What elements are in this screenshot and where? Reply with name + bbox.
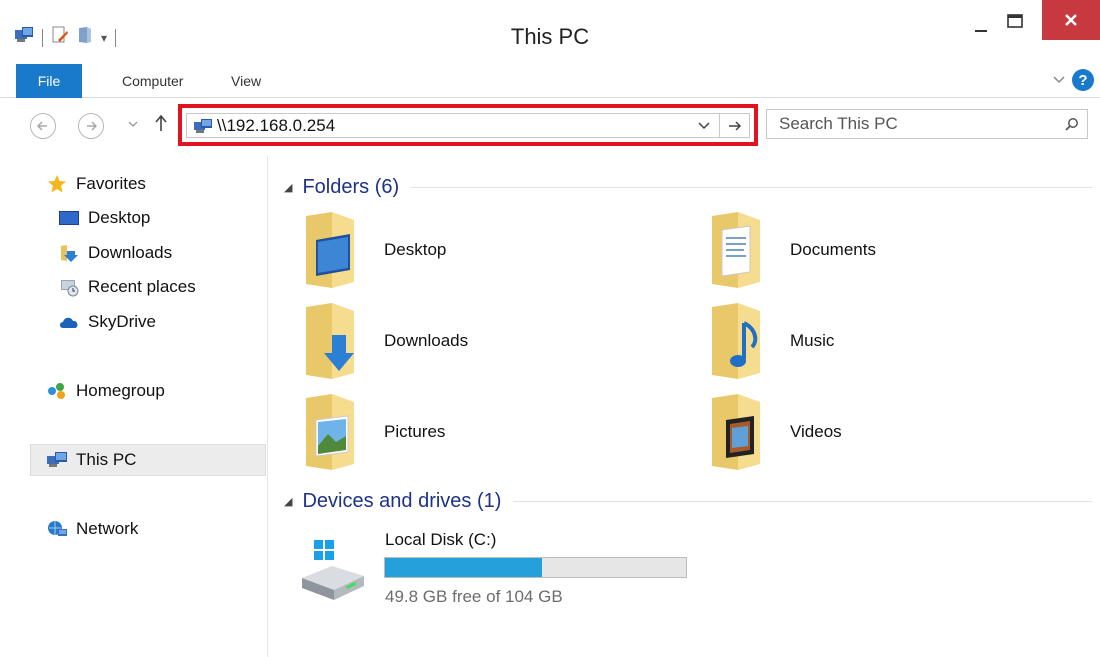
chevron-down-icon — [698, 122, 710, 130]
folder-pictures[interactable]: Pictures — [268, 392, 648, 472]
group-header-label: Devices and drives (1) — [302, 490, 502, 512]
folder-desktop[interactable]: Desktop — [268, 210, 648, 290]
music-folder-icon — [708, 301, 768, 381]
folder-label: Videos — [790, 422, 842, 441]
divider — [513, 501, 1092, 502]
maximize-button[interactable] — [998, 0, 1032, 42]
sidebar-item-label: Desktop — [88, 208, 151, 227]
close-icon — [1065, 14, 1077, 26]
folders-group-header[interactable]: ◢ Folders (6) — [284, 176, 1092, 199]
drive-local-disk-c[interactable]: Local Disk (C:) 49.8 GB free of 104 GB — [298, 526, 718, 616]
hard-drive-icon — [298, 540, 368, 609]
back-button[interactable] — [30, 113, 56, 139]
collapse-triangle-icon[interactable]: ◢ — [284, 495, 292, 508]
videos-folder-icon — [708, 392, 768, 472]
tab-file[interactable]: File — [16, 64, 82, 98]
minimize-button[interactable] — [964, 6, 998, 48]
tab-view[interactable]: View — [231, 73, 261, 89]
folder-label: Downloads — [384, 331, 469, 350]
desktop-folder-icon — [302, 210, 362, 290]
forward-button[interactable] — [78, 113, 104, 139]
downloads-icon — [58, 242, 80, 264]
sidebar-item-homegroup[interactable]: Homegroup — [46, 376, 165, 406]
search-input[interactable]: Search This PC — [779, 114, 1057, 134]
go-arrow-icon — [728, 120, 741, 131]
folder-downloads[interactable]: Downloads — [268, 301, 648, 381]
address-value[interactable]: \\192.168.0.254 — [217, 116, 335, 136]
content-pane: ◢ Folders (6) Desktop Documents Download… — [268, 156, 1100, 657]
address-dropdown-button[interactable] — [689, 118, 719, 133]
navigation-pane: Favorites Desktop Downloads Recent place… — [0, 156, 268, 657]
sidebar-item-downloads[interactable]: Downloads — [58, 238, 172, 268]
desktop-icon — [58, 207, 80, 229]
divider — [411, 187, 1092, 188]
tab-computer[interactable]: Computer — [122, 73, 183, 89]
drive-usage-fill — [385, 558, 542, 577]
sidebar-item-label: This PC — [76, 450, 137, 469]
window-title: This PC — [510, 24, 590, 49]
star-icon — [46, 173, 68, 195]
folder-music[interactable]: Music — [674, 301, 1054, 381]
folder-label: Documents — [790, 240, 876, 259]
address-controls — [689, 114, 749, 137]
folder-label: Desktop — [384, 240, 447, 259]
title-bar: ▾ This PC — [0, 0, 1100, 64]
recent-locations-button[interactable] — [128, 117, 138, 131]
sidebar-item-desktop[interactable]: Desktop — [58, 203, 150, 233]
network-icon — [46, 518, 68, 540]
documents-folder-icon — [708, 210, 768, 290]
up-arrow-icon — [155, 114, 167, 131]
sidebar-item-label: Network — [76, 519, 139, 538]
back-arrow-icon — [37, 121, 47, 131]
homegroup-icon — [46, 380, 68, 402]
sidebar-item-recent-places[interactable]: Recent places — [58, 272, 196, 302]
close-button[interactable] — [1042, 0, 1100, 40]
sidebar-item-this-pc[interactable]: This PC — [46, 445, 136, 475]
go-button[interactable] — [719, 114, 749, 137]
ribbon-tab-bar: File Computer View ? — [0, 64, 1100, 98]
collapse-triangle-icon[interactable]: ◢ — [284, 181, 292, 194]
skydrive-icon — [58, 311, 80, 333]
sidebar-item-label: SkyDrive — [88, 312, 157, 331]
folder-label: Music — [790, 331, 835, 350]
drive-label: Local Disk (C:) — [385, 530, 497, 549]
sidebar-item-skydrive[interactable]: SkyDrive — [58, 307, 156, 337]
pictures-folder-icon — [302, 392, 362, 472]
folder-label: Pictures — [384, 422, 446, 441]
expand-ribbon-icon[interactable] — [1052, 72, 1066, 88]
this-pc-icon — [46, 449, 68, 471]
folder-videos[interactable]: Videos — [674, 392, 1054, 472]
sidebar-item-network[interactable]: Network — [46, 514, 138, 544]
up-button[interactable] — [154, 114, 168, 137]
drive-usage-bar — [384, 557, 687, 578]
address-bar-highlight: \\192.168.0.254 — [178, 104, 758, 146]
address-bar[interactable]: \\192.168.0.254 — [186, 113, 750, 138]
search-box[interactable]: Search This PC — [766, 109, 1088, 139]
sidebar-item-label: Recent places — [88, 277, 196, 296]
forward-arrow-icon — [87, 121, 97, 131]
window-controls — [964, 0, 1100, 48]
this-pc-icon — [193, 118, 213, 134]
group-header-label: Folders (6) — [302, 176, 400, 198]
folder-documents[interactable]: Documents — [674, 210, 1054, 290]
recent-places-icon — [58, 276, 80, 298]
sidebar-item-label: Favorites — [76, 174, 146, 193]
drive-free-space: 49.8 GB free of 104 GB — [385, 587, 563, 606]
navigation-bar: \\192.168.0.254 Search This PC — [0, 98, 1100, 156]
sidebar-item-favorites[interactable]: Favorites — [46, 169, 146, 199]
sidebar-item-label: Homegroup — [76, 381, 165, 400]
ribbon-controls: ? — [1052, 69, 1094, 91]
search-icon[interactable] — [1057, 117, 1087, 131]
devices-group-header[interactable]: ◢ Devices and drives (1) — [284, 490, 1092, 513]
help-icon[interactable]: ? — [1072, 69, 1094, 91]
sidebar-item-label: Downloads — [88, 243, 173, 262]
downloads-folder-icon — [302, 301, 362, 381]
